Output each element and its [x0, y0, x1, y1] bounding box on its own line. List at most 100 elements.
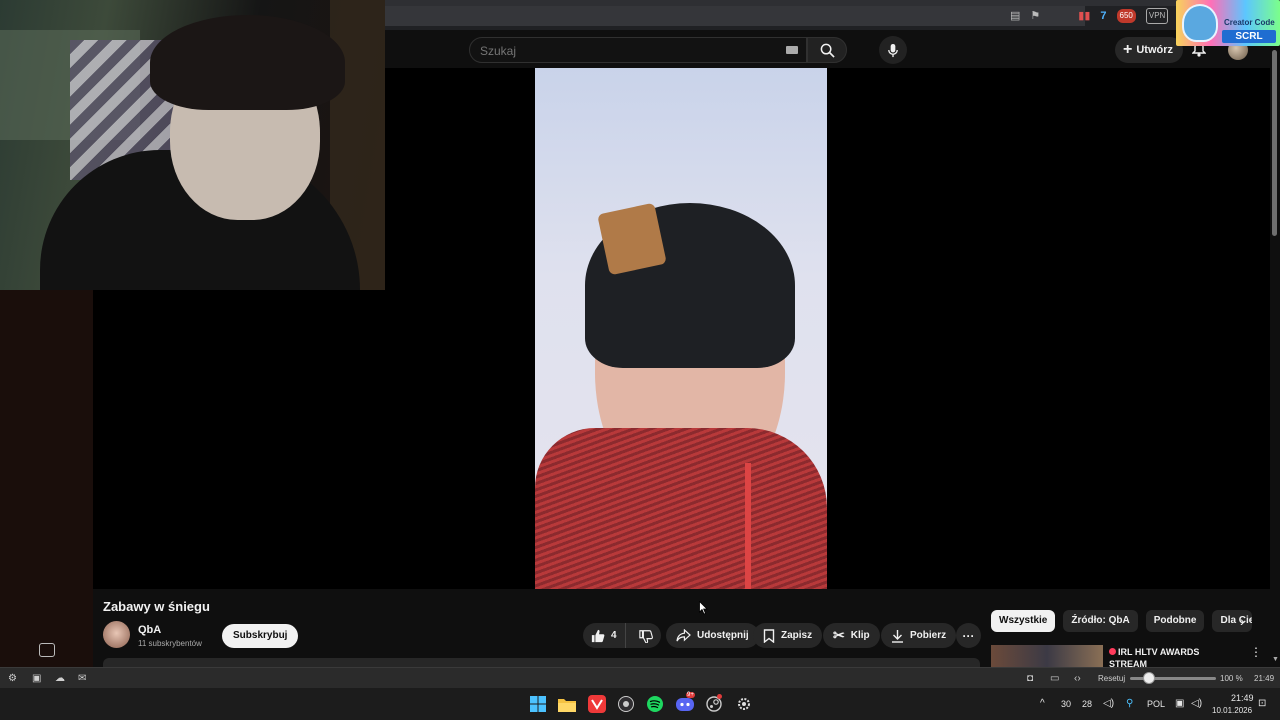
- speaker-icon[interactable]: ◁): [1103, 698, 1114, 710]
- cloud-sync-icon[interactable]: ☁: [55, 673, 65, 684]
- chip-source[interactable]: Źródło: QbA: [1063, 610, 1138, 632]
- creator-code-value: SCRL: [1222, 30, 1276, 43]
- subscribe-button[interactable]: Subskrybuj: [222, 624, 299, 648]
- like-button[interactable]: 4: [583, 623, 626, 648]
- kebab-menu-icon[interactable]: ⋮: [1250, 645, 1262, 659]
- share-button[interactable]: Udostępnij: [666, 623, 759, 648]
- page-scrollbar[interactable]: [1270, 46, 1280, 667]
- creator-code-overlay: Creator Code SCRL: [1176, 0, 1280, 46]
- mascot-image: [1182, 4, 1218, 42]
- scroll-down-arrow-icon[interactable]: ▼: [1272, 656, 1279, 663]
- code-view-icon[interactable]: ‹›: [1074, 673, 1081, 684]
- thumbs-down-icon: [639, 629, 654, 643]
- search-icon: [820, 43, 835, 58]
- download-icon: [892, 629, 903, 643]
- search-button[interactable]: [807, 37, 847, 63]
- notification-center-icon[interactable]: ⊡: [1258, 698, 1266, 710]
- tray-overflow-chevron-icon[interactable]: ^: [1040, 698, 1045, 710]
- screenshot-camera-icon[interactable]: ◘: [1027, 673, 1033, 684]
- chevron-right-icon[interactable]: ›: [1240, 613, 1245, 629]
- spotify-icon: [647, 696, 663, 712]
- reader-mode-icon[interactable]: ▤: [1010, 9, 1020, 23]
- keyboard-icon[interactable]: [786, 46, 798, 54]
- subscriber-count: 11 subskrybentów: [138, 639, 202, 648]
- panel-toggle-icon[interactable]: ▣: [32, 673, 41, 684]
- tray-counter-1[interactable]: 30: [1061, 699, 1071, 710]
- webcam-overlay: [0, 0, 385, 290]
- window-tiling-icon[interactable]: ▭: [1050, 673, 1059, 684]
- plus-icon: +: [1123, 41, 1133, 58]
- recommended-video-thumbnail[interactable]: [991, 645, 1103, 667]
- taskbar-date[interactable]: 10.01.2026: [1212, 705, 1252, 716]
- extension-audio-icon[interactable]: ▮▮: [1078, 9, 1090, 23]
- video-player[interactable]: [535, 68, 827, 589]
- network-icon[interactable]: ▣: [1175, 698, 1184, 710]
- statusbar-clock: 21:49: [1254, 674, 1275, 683]
- webcam-person-hair: [150, 15, 345, 110]
- search-box: [469, 37, 807, 63]
- clip-button[interactable]: ✂ Klip: [823, 623, 880, 648]
- thumbs-up-icon: [591, 629, 605, 642]
- dislike-button[interactable]: [632, 623, 661, 648]
- creator-code-label: Creator Code: [1224, 18, 1275, 27]
- clip-label: Klip: [850, 630, 870, 641]
- voice-search-button[interactable]: [879, 36, 907, 64]
- like-count: 4: [611, 630, 617, 641]
- scrollbar-thumb[interactable]: [1272, 50, 1277, 236]
- video-title: Zabawy w śniegu: [103, 599, 210, 614]
- browser-status-bar: ⚙ ▣ ☁ ✉ ◘ ▭ ‹› Resetuj 100 % 21:49: [0, 667, 1280, 688]
- address-bar[interactable]: [385, 6, 1085, 26]
- taskbar-steam[interactable]: [704, 694, 724, 714]
- more-actions-button[interactable]: ···: [956, 623, 981, 648]
- extension-count-badge[interactable]: 650: [1116, 9, 1136, 23]
- extension-7tv-icon[interactable]: 7: [1100, 9, 1106, 23]
- video-person-jacket: [535, 428, 827, 589]
- mail-icon[interactable]: ✉: [78, 673, 86, 684]
- download-label: Pobierz: [910, 630, 947, 641]
- discord-icon: [676, 698, 694, 711]
- chip-related[interactable]: Podobne: [1145, 610, 1205, 632]
- obs-icon: [618, 696, 634, 712]
- microphone-tray-icon[interactable]: ⚲: [1126, 698, 1133, 710]
- download-button[interactable]: Pobierz: [881, 623, 957, 648]
- chip-all[interactable]: Wszystkie: [991, 610, 1056, 632]
- microphone-icon: [888, 43, 898, 57]
- taskbar-discord[interactable]: 9+: [675, 692, 695, 714]
- discord-notification-badge: 9+: [686, 692, 695, 698]
- language-indicator[interactable]: POL: [1147, 699, 1165, 710]
- extension-icons: ▤ ⚑ ▮▮ 7 650 VPN ◉: [1010, 8, 1188, 24]
- live-dot-icon: [1109, 648, 1116, 655]
- browser-toolbar: ▤ ⚑ ▮▮ 7 650 VPN ◉: [385, 0, 1280, 30]
- mouse-cursor-icon: [699, 601, 708, 615]
- vivaldi-icon: [588, 695, 606, 713]
- save-button[interactable]: Zapisz: [753, 623, 823, 648]
- search-input[interactable]: [480, 42, 780, 59]
- channel-name[interactable]: QbA: [138, 624, 161, 636]
- start-button[interactable]: [528, 694, 548, 714]
- recommended-video-title[interactable]: IRL HLTV AWARDS STREAM: [1109, 646, 1219, 667]
- windows-logo-icon: [530, 696, 546, 712]
- recommended-video-title-text: IRL HLTV AWARDS STREAM: [1109, 647, 1200, 667]
- vpn-icon[interactable]: VPN: [1145, 8, 1169, 24]
- description-box[interactable]: [103, 658, 980, 667]
- bookmark-icon[interactable]: ⚑: [1030, 9, 1040, 23]
- create-button[interactable]: + Utwórz: [1115, 37, 1184, 63]
- chip-for-you[interactable]: Dla Ciebie: [1212, 610, 1253, 632]
- taskbar-obs[interactable]: [616, 694, 636, 714]
- taskbar-time[interactable]: 21:49: [1231, 693, 1254, 704]
- youtube-header: + Utwórz: [385, 30, 1280, 68]
- scissors-icon: ✂: [833, 627, 845, 643]
- taskbar-vivaldi[interactable]: [587, 694, 607, 714]
- tray-counter-2[interactable]: 28: [1082, 699, 1092, 710]
- zoom-reset-button[interactable]: Resetuj: [1098, 673, 1125, 684]
- channel-avatar[interactable]: [103, 621, 130, 648]
- taskbar-file-explorer[interactable]: [557, 694, 577, 714]
- taskbar-spotify[interactable]: [645, 694, 665, 714]
- zoom-slider-handle[interactable]: [1143, 672, 1155, 684]
- settings-gear-icon[interactable]: ⚙: [8, 673, 17, 684]
- zoom-level: 100 %: [1220, 674, 1243, 683]
- taskbar-settings[interactable]: [734, 694, 754, 714]
- volume-icon[interactable]: ◁): [1191, 698, 1202, 710]
- like-dislike-group: 4: [583, 623, 661, 648]
- checklist-icon[interactable]: [39, 643, 55, 657]
